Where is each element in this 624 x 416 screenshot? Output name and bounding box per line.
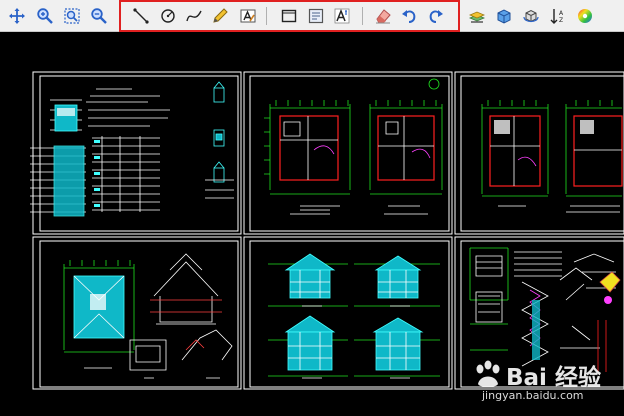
- sort-icon[interactable]: AZ: [547, 5, 569, 27]
- line-icon[interactable]: [130, 5, 152, 27]
- elevation-sheet: [268, 253, 440, 379]
- zoom-in-icon[interactable]: [34, 5, 56, 27]
- svg-text:Z: Z: [559, 17, 563, 24]
- watermark-url: jingyan.baidu.com: [482, 389, 584, 402]
- zoom-previous-icon[interactable]: [88, 5, 110, 27]
- rectangle-icon[interactable]: [278, 5, 300, 27]
- toolbar-separator: [266, 7, 267, 25]
- toolbar-separator: [362, 7, 363, 25]
- undo-icon[interactable]: [398, 5, 420, 27]
- design-notes-sheet: [30, 81, 234, 217]
- 3d-view-icon[interactable]: [493, 5, 515, 27]
- color-wheel-icon[interactable]: [574, 5, 596, 27]
- toolbar: AZ: [0, 0, 624, 32]
- markup-text-icon[interactable]: [237, 5, 259, 27]
- block-icon[interactable]: [305, 5, 327, 27]
- floor-plan-sheet-2: [481, 100, 623, 213]
- baidu-paw-logo: [476, 360, 500, 387]
- text-style-icon[interactable]: [331, 5, 353, 27]
- roof-plan-sheet: [63, 253, 233, 379]
- floor-plan-sheet-1: [264, 78, 443, 215]
- watermark: Bai 经验 jingyan.baidu.com: [470, 358, 620, 410]
- 3d-orbit-icon[interactable]: [520, 5, 542, 27]
- drawing-canvas[interactable]: Bai 经验 jingyan.baidu.com: [0, 32, 624, 416]
- zoom-window-icon[interactable]: [61, 5, 83, 27]
- eraser-icon[interactable]: [372, 5, 394, 27]
- pan-icon[interactable]: [6, 5, 28, 27]
- layers-icon[interactable]: [466, 5, 488, 27]
- spline-icon[interactable]: [183, 5, 205, 27]
- svg-text:A: A: [559, 10, 564, 17]
- redo-icon[interactable]: [425, 5, 447, 27]
- detail-sheet: [469, 247, 621, 372]
- circle-icon[interactable]: [157, 5, 179, 27]
- pencil-icon[interactable]: [209, 5, 231, 27]
- watermark-brand: Bai 经验: [506, 365, 601, 391]
